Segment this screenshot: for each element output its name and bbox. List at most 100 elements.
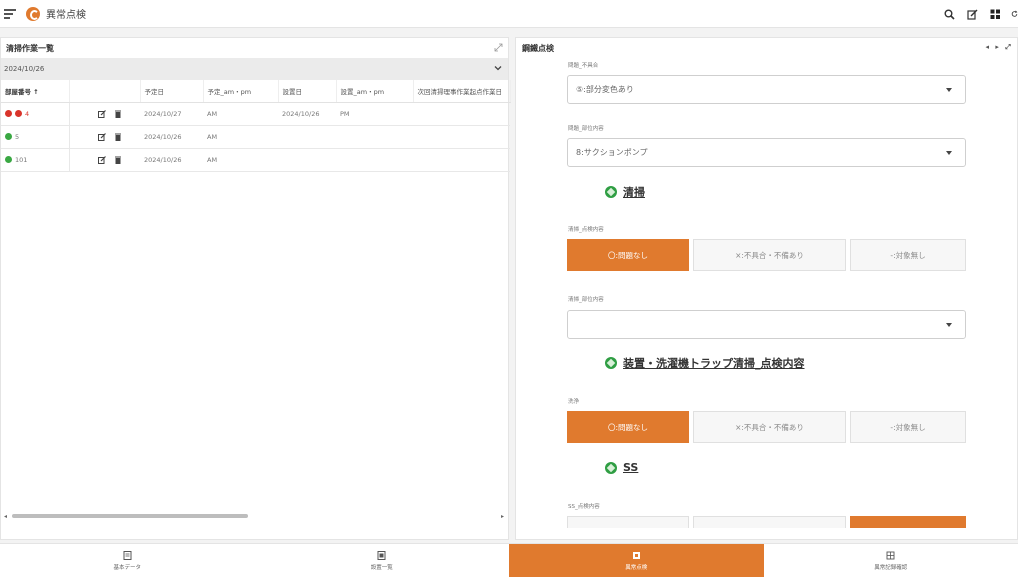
tab-record-check[interactable]: 異常記録確認: [764, 544, 1018, 577]
inspection-panel: 鋼鐵点検 ◂ ▸ ⤢ 問題_不具合 ⑤:部分変色あり 問題_部位内容 8:サクシ…: [515, 37, 1018, 540]
chevron-down-icon: [494, 66, 502, 71]
expand-icon[interactable]: [494, 43, 503, 52]
set-date: 2024/10/26: [278, 102, 336, 126]
field-label: 洗浄: [568, 399, 580, 405]
option-ng[interactable]: ×:不具合・不備あり: [693, 239, 846, 271]
scroll-right-icon[interactable]: ▸: [501, 513, 504, 520]
set-date: [278, 125, 336, 149]
col-set-ampm[interactable]: 設置_am・pm: [336, 80, 414, 103]
horizontal-scrollbar[interactable]: ◂ ▸: [4, 513, 504, 520]
col-planned-date[interactable]: 予定日: [140, 80, 204, 103]
ok-status-icon: [5, 156, 12, 163]
section-link-ss[interactable]: SS: [605, 461, 638, 474]
panel-nav-arrows[interactable]: ◂ ▸ ⤢: [985, 43, 1013, 52]
section-link-cleaning[interactable]: 清掃: [605, 184, 645, 200]
inspection-form: 問題_不具合 ⑤:部分変色あり 問題_部位内容 8:サクションポンプ 清掃 清掃…: [516, 58, 1017, 528]
wash-status-toggle: 〇:問題なし ×:不具合・不備あり -:対象無し: [567, 411, 966, 443]
menu-icon[interactable]: [4, 8, 16, 19]
cleaning-status-toggle: 〇:問題なし ×:不具合・不備あり -:対象無し: [567, 239, 966, 271]
ok-status-icon: [5, 133, 12, 140]
edit-icon[interactable]: [965, 7, 979, 21]
tab-label: 異常点検: [625, 565, 648, 571]
field-label: SS_点検内容: [568, 504, 600, 510]
option-na[interactable]: -:対象無し: [850, 516, 966, 528]
actions-cell: [69, 125, 140, 149]
planned-ampm: AM: [203, 148, 278, 172]
option-ok[interactable]: 〇:問題なし: [567, 239, 689, 271]
app-title: 異常点検: [46, 10, 86, 21]
set-ampm: [336, 148, 413, 172]
defect-select-value: ⑤:部分変色あり: [576, 85, 634, 94]
option-ok[interactable]: 〇:問題なし: [567, 411, 689, 443]
option-na[interactable]: -:対象無し: [850, 411, 966, 443]
search-icon[interactable]: [942, 7, 956, 21]
cleaning-part-select[interactable]: [567, 310, 966, 339]
edit-row-icon[interactable]: [97, 132, 106, 141]
caret-down-icon: [946, 323, 952, 327]
tab-label: 基本データ: [113, 565, 141, 571]
section-link-text: 清掃: [623, 186, 645, 199]
ss-status-toggle: 〇:問題なし ×:不具合・不備あり -:対象無し: [567, 516, 966, 528]
top-bar: 異常点検: [0, 0, 1018, 28]
field-label: 問題_不具合: [568, 63, 599, 69]
set-ampm: PM: [336, 102, 413, 126]
set-ampm: [336, 125, 413, 149]
col-set-date[interactable]: 設置日: [278, 80, 337, 103]
table-header-row: 部屋番号 ↑ 予定日 予定_am・pm 設置日 設置_am・pm 次回清掃理事作…: [1, 80, 511, 103]
cube-icon: [605, 186, 617, 198]
scrollbar-thumb[interactable]: [12, 514, 248, 518]
tab-label: 設置一覧: [370, 565, 393, 571]
refresh-icon[interactable]: [1011, 7, 1018, 21]
inspect-icon: [632, 552, 640, 559]
edit-row-icon[interactable]: [97, 109, 106, 118]
cube-icon: [605, 357, 617, 369]
scroll-left-icon[interactable]: ◂: [4, 513, 7, 520]
option-ng[interactable]: ×:不具合・不備あり: [693, 411, 846, 443]
tab-inspection[interactable]: 異常点検: [509, 544, 764, 577]
room-number: 5: [15, 132, 20, 141]
section-link-text: SS: [623, 461, 639, 474]
field-label: 問題_部位内容: [568, 126, 604, 132]
col-actions: [69, 80, 141, 103]
col-room-number[interactable]: 部屋番号 ↑: [1, 80, 70, 103]
grid-icon: [886, 551, 895, 560]
inspection-title: 鋼鐵点検: [522, 43, 554, 53]
room-number: 4: [25, 109, 30, 118]
set-date: [278, 148, 336, 172]
planned-date: 2024/10/26: [140, 148, 203, 172]
col-next-date[interactable]: 次回清掃理事作業起点作業日: [413, 80, 511, 103]
date-select-value: 2024/10/26: [4, 65, 45, 73]
error-status-icon: [15, 110, 22, 117]
room-cell: 5: [1, 125, 70, 149]
bottom-tab-bar: 基本データ 設置一覧 異常点検 異常記録確認: [0, 543, 1018, 577]
delete-row-icon[interactable]: [114, 110, 122, 118]
option-ok[interactable]: 〇:問題なし: [567, 516, 689, 528]
delete-row-icon[interactable]: [114, 133, 122, 141]
apps-grid-icon[interactable]: [988, 7, 1002, 21]
list-icon: [377, 551, 386, 560]
option-na[interactable]: -:対象無し: [850, 239, 966, 271]
task-list-title: 清掃作業一覧: [6, 43, 54, 53]
planned-ampm: AM: [203, 125, 278, 149]
edit-row-icon[interactable]: [97, 155, 106, 164]
table-row[interactable]: 101 2024/10/26 AM: [1, 148, 510, 172]
tab-basic-data[interactable]: 基本データ: [0, 544, 255, 577]
table-row[interactable]: 5 2024/10/26 AM: [1, 125, 510, 149]
defect-select[interactable]: ⑤:部分変色あり: [567, 75, 966, 104]
document-icon: [123, 551, 132, 560]
option-ng[interactable]: ×:不具合・不備あり: [693, 516, 846, 528]
room-cell: 101: [1, 148, 70, 172]
tab-install-list[interactable]: 設置一覧: [255, 544, 510, 577]
section-link-text: 装置・洗濯機トラップ清掃_点検内容: [623, 357, 805, 370]
next-date: [413, 125, 510, 149]
delete-row-icon[interactable]: [114, 156, 122, 164]
top-actions: [942, 0, 1018, 28]
part-select[interactable]: 8:サクションポンプ: [567, 138, 966, 167]
date-select[interactable]: 2024/10/26: [1, 58, 508, 80]
field-label: 清掃_部位内容: [568, 297, 604, 303]
col-planned-ampm[interactable]: 予定_am・pm: [203, 80, 279, 103]
section-link-trap[interactable]: 装置・洗濯機トラップ清掃_点検内容: [605, 355, 805, 371]
task-table: 部屋番号 ↑ 予定日 予定_am・pm 設置日 設置_am・pm 次回清掃理事作…: [1, 80, 511, 172]
caret-down-icon: [946, 151, 952, 155]
table-row[interactable]: 4 2024/10/27 AM 2024/10/26 PM: [1, 102, 510, 126]
